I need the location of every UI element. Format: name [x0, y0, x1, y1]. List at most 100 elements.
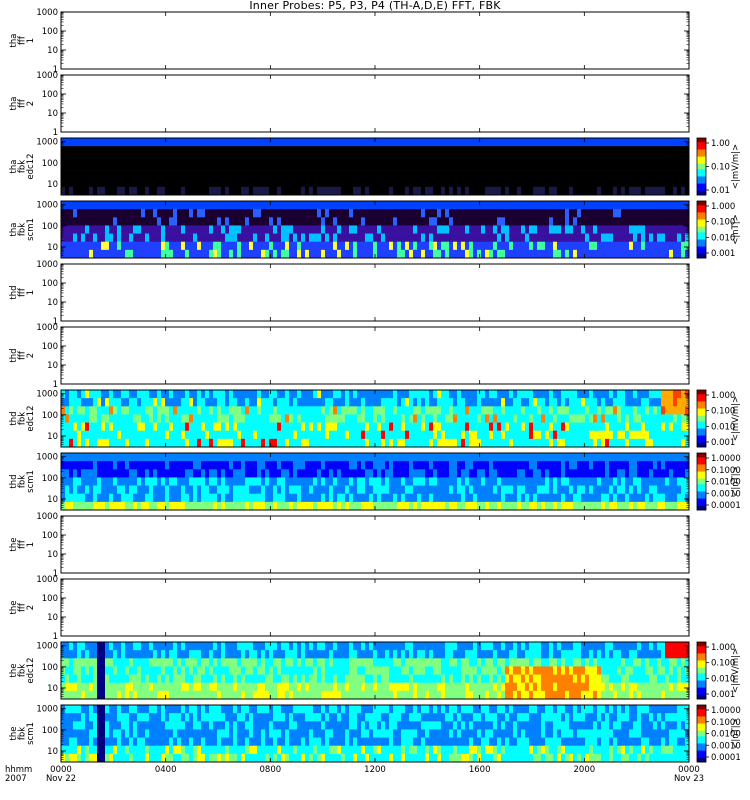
heatmap-cell	[89, 170, 94, 180]
heatmap-cell	[297, 178, 302, 188]
heatmap-cell	[381, 501, 386, 511]
heatmap-cell	[309, 201, 314, 210]
heatmap-cell	[477, 453, 482, 462]
heatmap-cell	[549, 477, 554, 486]
heatmap-cell	[89, 201, 94, 210]
heatmap-cell	[229, 241, 234, 251]
heatmap-cell	[221, 398, 226, 407]
heatmap-cell	[113, 178, 118, 188]
heatmap-cell	[485, 469, 490, 478]
heatmap-cell	[533, 249, 538, 259]
heatmap-cell	[169, 501, 174, 511]
heatmap-cell	[489, 390, 494, 399]
heatmap-cell	[337, 209, 342, 218]
heatmap-cell	[181, 414, 186, 423]
heatmap-cell	[197, 422, 202, 432]
heatmap-cell	[653, 249, 658, 259]
heatmap-cell	[149, 146, 154, 155]
heatmap-cell	[233, 414, 238, 423]
heatmap-cell	[201, 453, 206, 462]
heatmap-cell	[157, 461, 162, 470]
heatmap-cell	[521, 154, 526, 163]
heatmap-cell	[485, 430, 490, 440]
heatmap-cell	[89, 461, 94, 470]
heatmap-cell	[97, 485, 102, 495]
heatmap-cell	[585, 178, 590, 188]
heatmap-cell	[337, 406, 342, 415]
heatmap-cell	[101, 501, 106, 511]
heatmap-cell	[449, 414, 454, 423]
heatmap-cell	[489, 477, 494, 486]
heatmap-cell	[397, 186, 402, 196]
heatmap-cell	[645, 438, 650, 448]
heatmap-cell	[77, 241, 82, 251]
heatmap-cell	[169, 438, 174, 448]
heatmap-cell	[329, 398, 334, 407]
heatmap-cell	[457, 485, 462, 495]
heatmap-cell	[417, 170, 422, 180]
heatmap-cell	[541, 398, 546, 407]
heatmap-cell	[589, 485, 594, 495]
heatmap-cell	[261, 438, 266, 448]
heatmap-cell	[457, 414, 462, 423]
panel-label: thdfbkedc12	[9, 405, 36, 431]
heatmap-cell	[109, 249, 114, 259]
y-tick-label: 1000	[36, 201, 58, 211]
heatmap-cell	[469, 461, 474, 470]
heatmap-cell	[397, 146, 402, 155]
heatmap-cell	[557, 406, 562, 415]
heatmap-cell	[481, 233, 486, 243]
heatmap-cell	[453, 225, 458, 234]
heatmap-cell	[341, 501, 346, 511]
heatmap-cell	[173, 154, 178, 163]
heatmap-cell	[105, 453, 110, 462]
heatmap-cell	[465, 438, 470, 448]
heatmap-cell	[497, 493, 502, 503]
heatmap-cell	[437, 469, 442, 478]
heatmap-cell	[325, 453, 330, 462]
heatmap-cell	[625, 241, 630, 251]
heatmap-cell	[553, 469, 558, 478]
heatmap-cell	[229, 477, 234, 486]
heatmap-cell	[577, 398, 582, 407]
heatmap-cell	[301, 225, 306, 234]
heatmap-cell	[633, 241, 638, 251]
heatmap-cell	[249, 233, 254, 243]
heatmap-cell	[401, 477, 406, 486]
heatmap-cell	[561, 493, 566, 503]
heatmap-cell	[197, 201, 202, 210]
heatmap-cell	[297, 493, 302, 503]
heatmap-cell	[625, 406, 630, 415]
heatmap-cell	[489, 170, 494, 180]
heatmap-cell	[505, 422, 510, 432]
heatmap-cell	[425, 201, 430, 210]
heatmap-cell	[317, 430, 322, 440]
heatmap-cell	[301, 485, 306, 495]
heatmap-cell	[77, 186, 82, 196]
heatmap-cell	[205, 162, 210, 171]
heatmap-cell	[133, 170, 138, 180]
heatmap-cell	[165, 406, 170, 415]
colorbar-label: <|nT|>	[731, 214, 741, 245]
heatmap-cell	[317, 178, 322, 188]
heatmap-cell	[361, 414, 366, 423]
heatmap-cell	[177, 422, 182, 432]
heatmap-cell	[473, 249, 478, 259]
heatmap-cell	[417, 233, 422, 243]
heatmap-cell	[613, 414, 618, 423]
heatmap-cell	[349, 406, 354, 415]
heatmap-cell	[669, 398, 674, 407]
heatmap-cell	[257, 201, 262, 210]
heatmap-cell	[289, 477, 294, 486]
heatmap-cell	[241, 501, 246, 511]
heatmap-cell	[677, 241, 682, 251]
heatmap-cell	[321, 461, 326, 470]
heatmap-cell	[85, 461, 90, 470]
heatmap-cell	[553, 138, 558, 147]
heatmap-cell	[425, 209, 430, 218]
heatmap-cell	[301, 414, 306, 423]
heatmap-cell	[441, 390, 446, 399]
heatmap-cell	[61, 249, 66, 259]
heatmap-cell	[481, 469, 486, 478]
heatmap-cell	[621, 186, 626, 196]
